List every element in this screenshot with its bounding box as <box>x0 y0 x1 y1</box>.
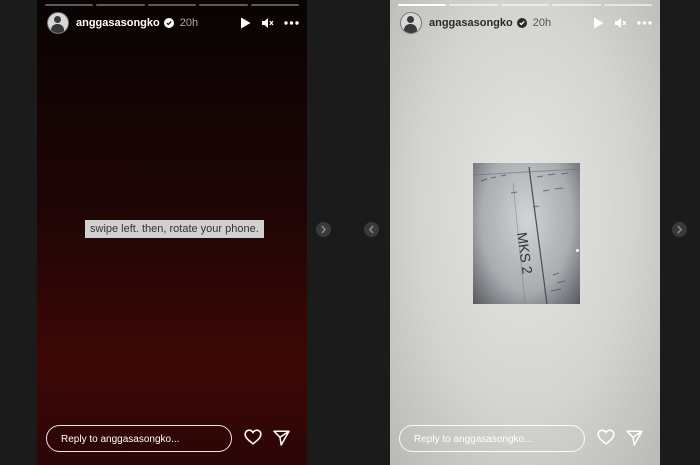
progress-bar <box>398 4 653 6</box>
story-controls <box>240 17 299 29</box>
text-sticker: swipe left. then, rotate your phone. <box>85 220 264 238</box>
play-icon[interactable] <box>593 17 604 29</box>
avatar[interactable] <box>400 12 422 34</box>
photo-dot <box>576 249 579 252</box>
progress-bar <box>45 4 300 6</box>
username[interactable]: anggasasongko <box>429 17 513 29</box>
heart-icon[interactable] <box>244 429 262 445</box>
chevron-left-icon <box>368 221 375 239</box>
more-icon[interactable] <box>284 21 299 25</box>
send-icon[interactable] <box>626 430 643 446</box>
send-icon[interactable] <box>273 430 290 446</box>
progress-segment <box>96 4 145 6</box>
story-controls <box>593 17 652 29</box>
progress-segment <box>603 4 653 6</box>
story-header: anggasasongko 20h <box>47 12 299 34</box>
next-story-button[interactable] <box>672 222 687 237</box>
heart-icon[interactable] <box>597 429 615 445</box>
progress-segment <box>398 4 447 6</box>
chevron-right-icon <box>676 221 683 239</box>
progress-segment <box>147 4 197 6</box>
timestamp: 20h <box>179 17 199 29</box>
mute-icon[interactable] <box>261 17 274 29</box>
verified-badge-icon <box>516 18 527 28</box>
story-header: anggasasongko 20h <box>400 12 652 34</box>
previous-story-button[interactable] <box>364 222 379 237</box>
progress-segment <box>552 4 601 6</box>
mute-icon[interactable] <box>614 17 627 29</box>
timestamp: 20h <box>532 17 552 29</box>
play-icon[interactable] <box>240 17 251 29</box>
username[interactable]: anggasasongko <box>76 17 160 29</box>
story-card-2[interactable]: anggasasongko 20h MKS 2 Reply to anggasa… <box>390 0 660 465</box>
reply-input[interactable]: Reply to anggasasongko... <box>46 425 232 452</box>
reply-input[interactable]: Reply to anggasasongko... <box>399 425 585 452</box>
progress-segment <box>500 4 550 6</box>
progress-segment <box>449 4 498 6</box>
progress-segment <box>250 4 300 6</box>
more-icon[interactable] <box>637 21 652 25</box>
next-story-button[interactable] <box>316 222 331 237</box>
verified-badge-icon <box>163 18 174 28</box>
progress-segment <box>45 4 94 6</box>
story-photo: MKS 2 <box>473 163 580 304</box>
progress-segment <box>199 4 248 6</box>
story-card-1[interactable]: anggasasongko 20h swipe left. then, rota… <box>37 0 307 465</box>
chevron-right-icon <box>320 221 327 239</box>
avatar[interactable] <box>47 12 69 34</box>
photo-handwriting: MKS 2 <box>514 231 536 275</box>
